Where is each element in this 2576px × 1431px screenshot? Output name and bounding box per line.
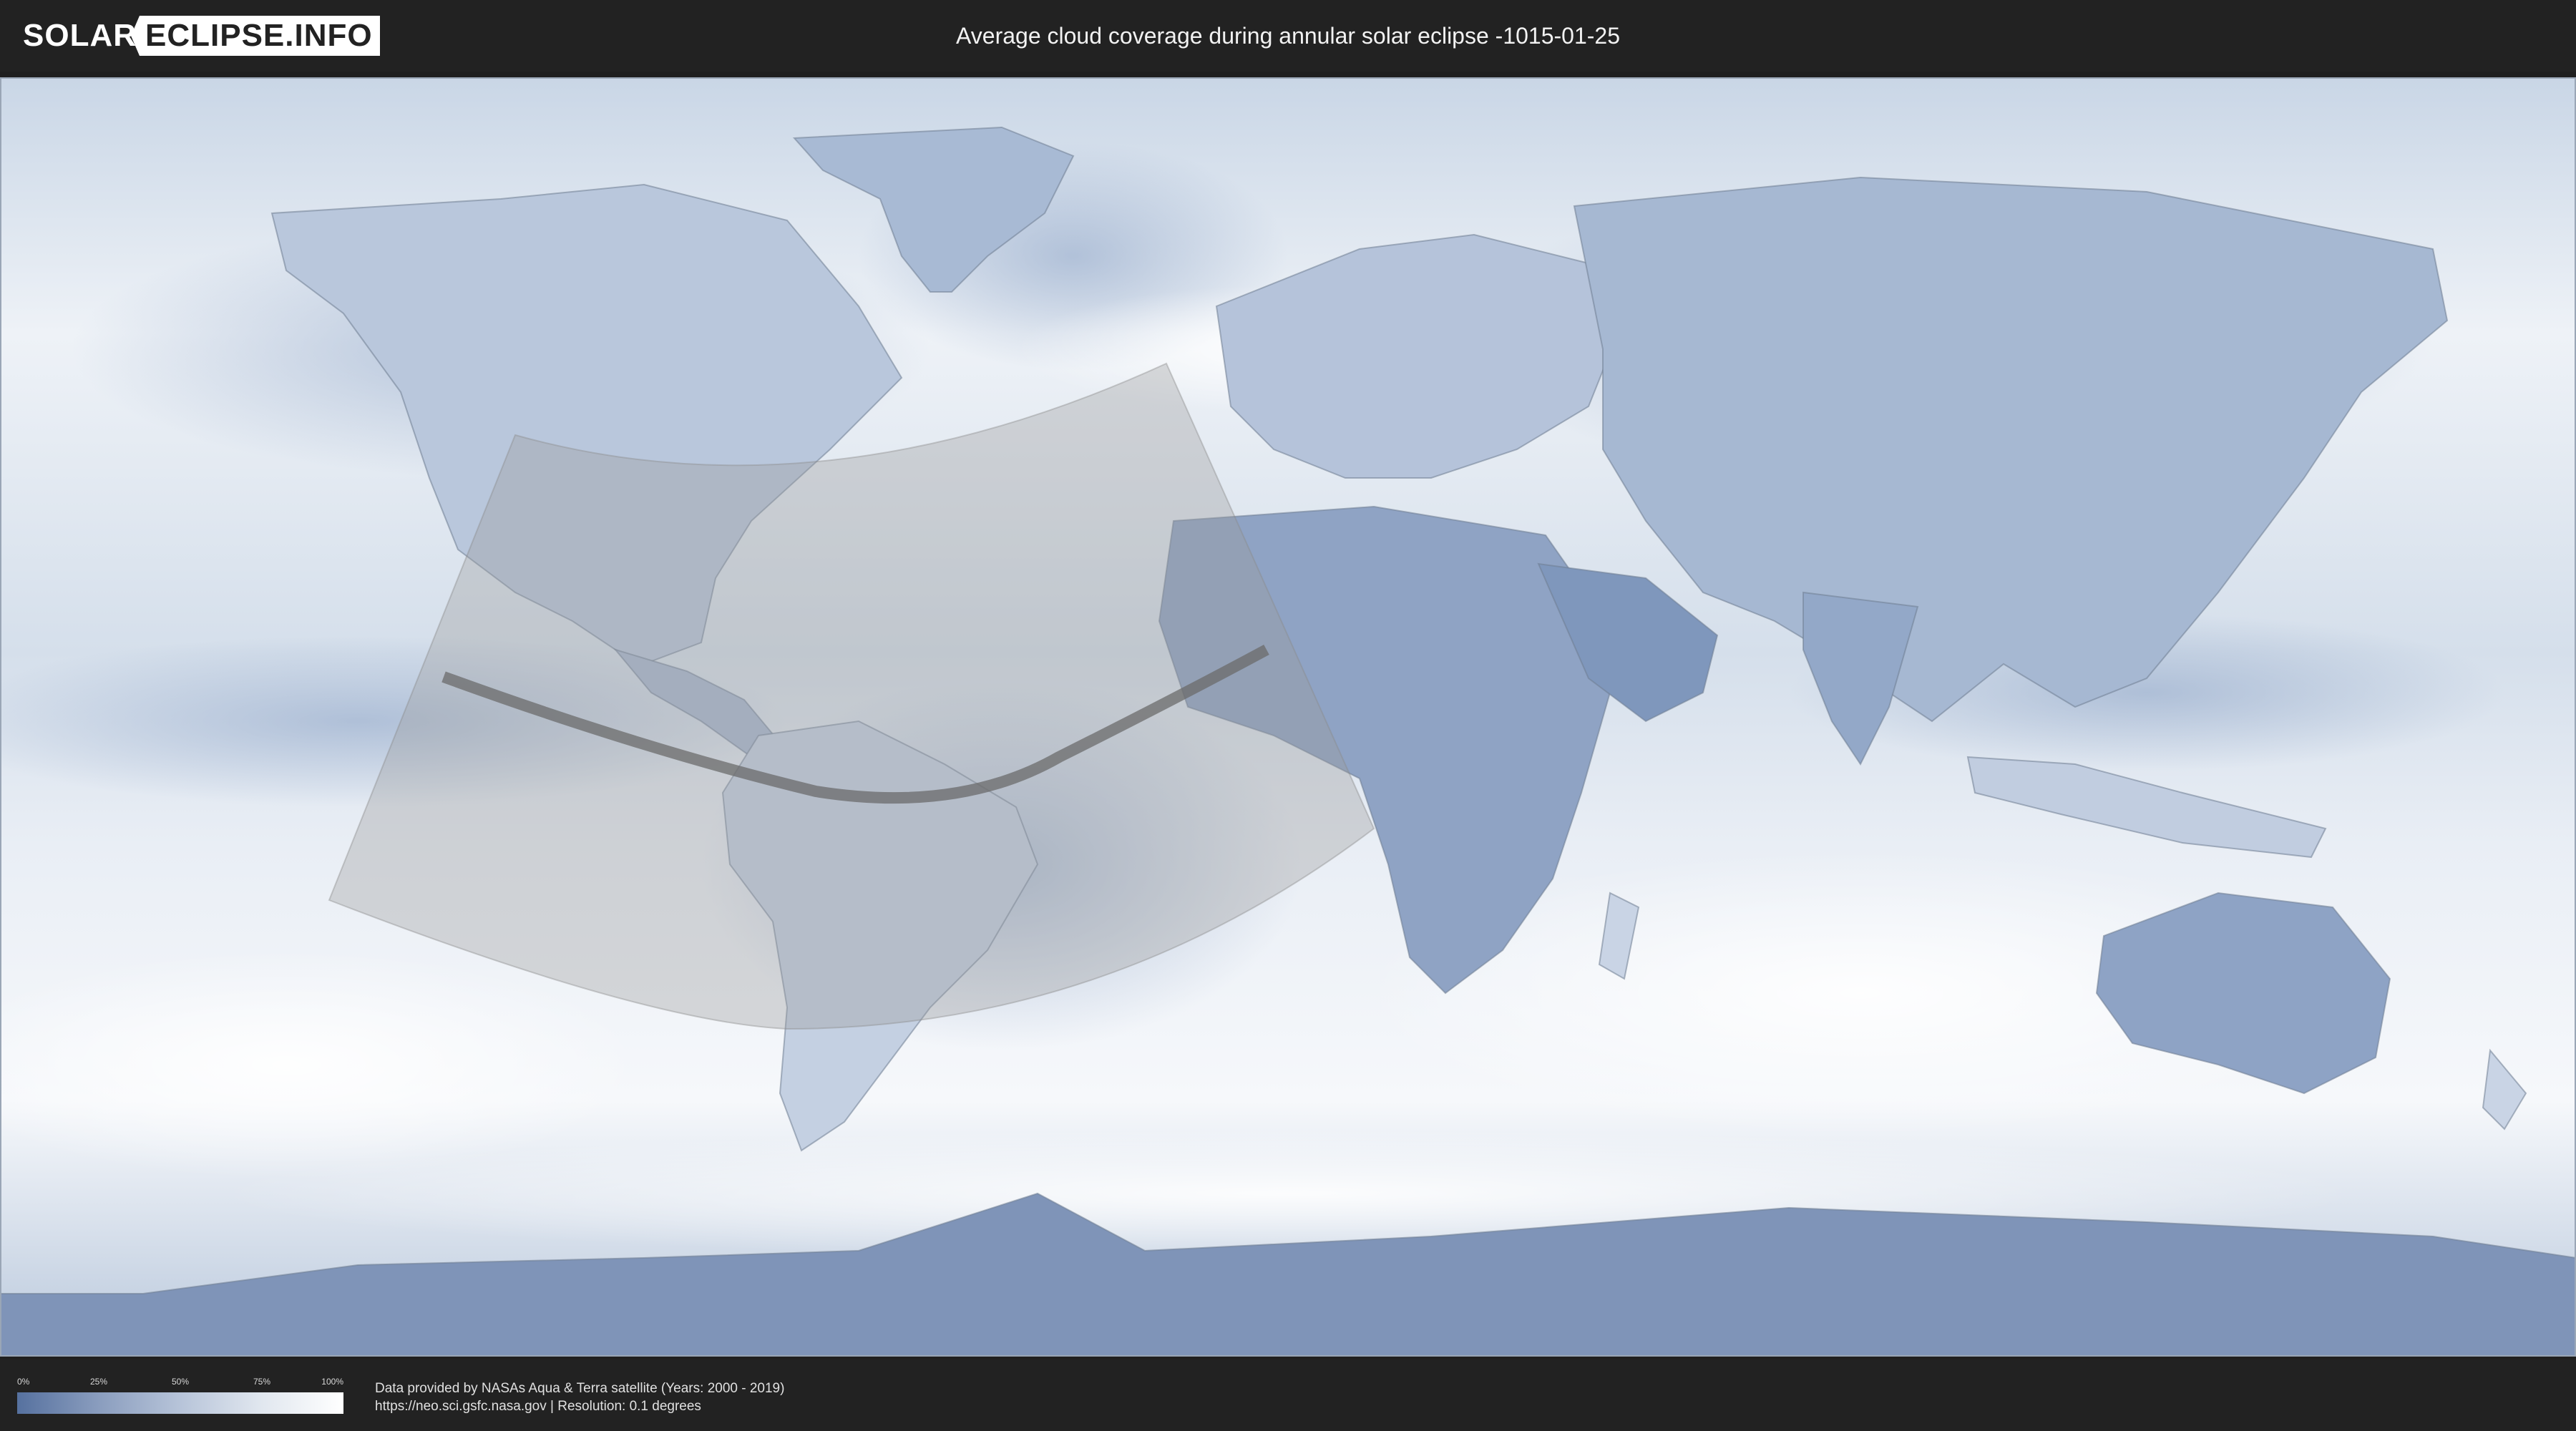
legend-tick-50: 50% — [171, 1377, 190, 1387]
credits-line-2: https://neo.sci.gsfc.nasa.gov | Resoluti… — [375, 1399, 701, 1414]
map-canvas — [0, 77, 2576, 1357]
credits-line-1: Data provided by NASAs Aqua & Terra sate… — [375, 1381, 785, 1396]
header-bar: SOLAR ECLIPSE.INFO Average cloud coverag… — [0, 0, 2576, 72]
page-title: Average cloud coverage during annular so… — [956, 23, 1620, 49]
data-credits: Data provided by NASAs Aqua & Terra sate… — [375, 1379, 784, 1415]
legend-tick-75: 75% — [253, 1377, 271, 1387]
cloud-legend: 0% 25% 50% 75% 100% — [17, 1377, 343, 1414]
cloud-coverage-map — [0, 77, 2576, 1357]
legend-ticks: 0% 25% 50% 75% 100% — [17, 1377, 343, 1390]
legend-tick-25: 25% — [89, 1377, 108, 1387]
footer-bar: 0% 25% 50% 75% 100% Data provided by NAS… — [0, 1359, 2576, 1431]
legend-tick-0: 0% — [17, 1377, 30, 1387]
legend-tick-100: 100% — [321, 1377, 343, 1387]
legend-gradient-bar — [17, 1392, 343, 1414]
